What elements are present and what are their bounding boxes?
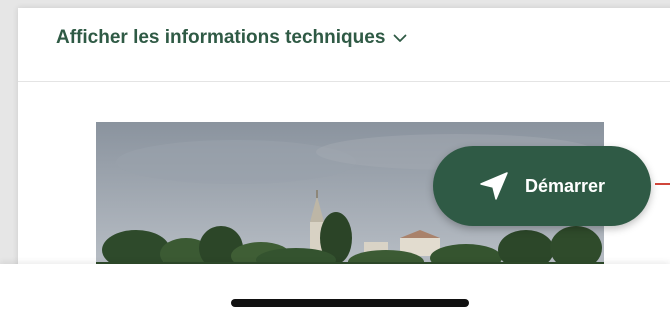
- show-technical-info-toggle[interactable]: Afficher les informations techniques: [56, 22, 407, 54]
- home-indicator[interactable]: [231, 299, 469, 307]
- navigation-arrow-icon: [479, 171, 509, 201]
- content-card: Afficher les informations techniques Dém…: [18, 8, 670, 308]
- start-button-label: Démarrer: [524, 175, 606, 196]
- section-divider: [18, 81, 670, 82]
- start-button[interactable]: Démarrer: [433, 146, 651, 226]
- edge-marker: [655, 183, 670, 185]
- chevron-down-icon: [393, 34, 407, 43]
- show-technical-info-label: Afficher les informations techniques: [56, 27, 386, 48]
